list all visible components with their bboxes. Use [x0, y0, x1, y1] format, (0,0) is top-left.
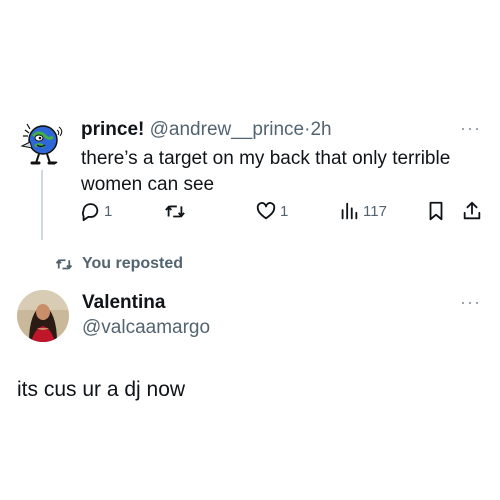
- repost-banner-label: You reposted: [82, 255, 184, 272]
- author-name[interactable]: prince!: [81, 119, 144, 140]
- like-button[interactable]: 1: [255, 200, 288, 222]
- share-icon: [463, 201, 481, 220]
- profile-photo-icon: [17, 290, 69, 342]
- repost-icon: [55, 259, 73, 270]
- views-count: 117: [363, 202, 387, 220]
- more-options-button[interactable]: ···: [460, 292, 481, 313]
- like-count: 1: [280, 202, 289, 220]
- reply-author-handle[interactable]: @valcaamargo: [82, 317, 210, 339]
- globe-character-icon: [20, 123, 63, 165]
- more-options-button[interactable]: ···: [460, 118, 481, 139]
- post-header: prince! @andrew__prince·2h: [81, 118, 332, 142]
- bookmark-button[interactable]: [425, 200, 447, 222]
- repost-icon: [165, 205, 185, 218]
- post-time[interactable]: 2h: [310, 119, 331, 140]
- reply-author-name[interactable]: Valentina: [82, 292, 165, 314]
- post-actions-bar: 1 1 117: [79, 200, 489, 226]
- share-button[interactable]: [461, 200, 483, 222]
- avatar[interactable]: [17, 290, 69, 342]
- reply-icon: [81, 203, 99, 222]
- views-button[interactable]: 117: [338, 200, 387, 222]
- repost-button[interactable]: [163, 200, 190, 222]
- analytics-icon: [341, 202, 358, 220]
- reply-button[interactable]: 1: [79, 200, 112, 222]
- thread-connector-line: [41, 170, 43, 240]
- post-text: there’s a target on my back that only te…: [81, 148, 451, 195]
- author-handle[interactable]: @andrew__prince: [150, 119, 305, 140]
- bookmark-icon: [429, 201, 443, 221]
- heart-icon: [256, 202, 276, 220]
- reply-count: 1: [104, 202, 113, 220]
- avatar[interactable]: [17, 118, 67, 168]
- repost-banner: You reposted: [54, 255, 183, 273]
- reply-text: its cus ur a dj now: [17, 378, 186, 401]
